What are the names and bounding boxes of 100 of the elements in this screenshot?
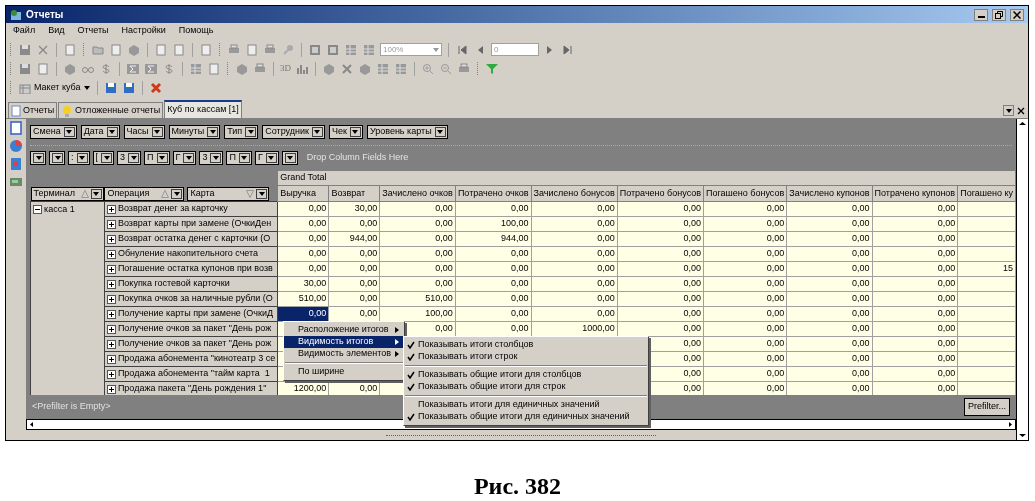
expand-icon[interactable] [106,339,116,349]
vertical-scrollbar[interactable] [1016,119,1028,440]
document-icon[interactable] [109,42,123,57]
drop-zone-hint: Drop Column Fields Here [306,151,409,165]
key-icon[interactable] [281,42,295,57]
column-field[interactable] [49,151,65,165]
grid-icon[interactable] [189,61,203,76]
menu-item[interactable]: Видимость элементов [284,348,404,360]
expand-icon[interactable] [106,204,116,214]
filter-field[interactable]: Сотрудник [262,125,325,139]
expand-icon[interactable] [106,369,116,379]
dropdown-arrow-icon [66,130,73,134]
row-field[interactable]: Карта [187,187,270,201]
tab[interactable]: Отложенные отчеты [58,102,164,118]
expand-icon[interactable] [106,234,116,244]
document-icon[interactable] [154,42,168,57]
collapse-icon[interactable] [33,205,42,215]
column-field[interactable]: П [226,151,252,165]
expand-icon[interactable] [106,279,116,289]
menu-item[interactable]: По ширине [284,366,404,378]
filter-field[interactable]: Смена [30,125,77,139]
grid-icon[interactable] [344,42,358,57]
tab[interactable]: Отчеты [8,102,58,118]
dropdown-arrow-icon [247,130,254,134]
pie-chart-icon[interactable] [9,139,23,153]
close-tab-button[interactable] [1015,105,1026,116]
delete-icon[interactable] [148,80,163,95]
expand-icon[interactable] [106,294,116,304]
column-field[interactable]: : [68,151,90,165]
filter-field[interactable]: Часы [123,125,165,139]
document-icon[interactable] [207,61,221,76]
column-field[interactable]: Г [172,151,197,165]
document-icon[interactable] [172,42,186,57]
zoom-out-icon[interactable] [439,61,453,76]
first-page-icon[interactable] [455,42,469,57]
expand-icon[interactable] [106,219,116,229]
row-field[interactable]: Операция [104,187,185,201]
expand-icon[interactable] [106,354,116,364]
save-icon[interactable] [121,80,136,95]
cube-icon[interactable] [322,61,336,76]
column-field[interactable] [281,151,298,165]
expand-icon[interactable] [106,384,116,394]
tab[interactable]: Куб по кассам [1] [164,100,242,118]
save-icon[interactable] [103,80,118,95]
filter-field[interactable]: Тип [224,125,259,139]
cube-icon[interactable] [127,42,141,57]
tab-list-button[interactable] [1003,105,1014,116]
column-field[interactable]: Г [254,151,279,165]
expand-icon[interactable] [106,249,116,259]
save-icon[interactable] [18,61,32,76]
filter-icon[interactable] [485,61,499,76]
grid-icon[interactable] [376,61,390,76]
cube-icon[interactable] [235,61,249,76]
menu-item[interactable]: Видимость итогов [284,336,404,348]
sigma-icon[interactable] [126,61,140,76]
sigma-icon[interactable] [144,61,158,76]
expand-icon[interactable] [106,309,116,319]
prefilter-button[interactable]: Prefilter... [964,398,1010,416]
filter-field[interactable]: Уровень карты [366,125,448,139]
grid-icon[interactable] [394,61,408,76]
cube-icon[interactable] [63,61,77,76]
zoom-in-icon[interactable] [421,61,435,76]
cube-icon[interactable] [358,61,372,76]
filter-field[interactable]: Чек [328,125,363,139]
document-icon[interactable] [245,42,259,57]
page-view-icon[interactable] [326,42,340,57]
window-close-button[interactable] [1010,8,1024,21]
filter-field[interactable]: Минуты [168,125,221,139]
monitor-icon[interactable] [9,175,23,189]
document-icon[interactable] [9,121,23,135]
menu-item[interactable]: Показывать общие итоги для единичных значений [404,411,648,423]
column-field[interactable]: П [144,151,170,165]
dollar-icon[interactable] [162,61,176,76]
expand-icon[interactable] [106,264,116,274]
row-field[interactable]: Терминал [30,187,104,201]
menu-item[interactable]: Помощь [177,23,215,38]
document-icon[interactable] [63,42,77,57]
grid-icon[interactable] [362,42,376,57]
report-icon[interactable] [9,157,23,171]
expand-icon[interactable] [106,324,116,334]
column-field[interactable]: [ [92,151,115,165]
menu-item[interactable]: Файл [12,23,37,38]
dollar-icon[interactable] [99,61,113,76]
menu-item[interactable]: Показывать итоги для единичных значений [404,399,648,411]
document-icon[interactable] [199,42,213,57]
column-field[interactable] [30,151,46,165]
filter-field[interactable]: Дата [80,125,120,139]
column-field[interactable]: 3 [117,151,142,165]
last-page-icon[interactable] [561,42,575,57]
menu-item[interactable]: Вид [47,23,66,38]
column-field[interactable]: 3 [199,151,224,165]
cube-layout-button[interactable]: Макет куба [18,80,91,95]
save-icon[interactable] [18,42,32,57]
window-minimize-button[interactable] [974,8,988,21]
window-restore-button[interactable] [992,8,1006,21]
document-icon[interactable] [36,61,50,76]
dropdown-arrow-icon [287,156,294,160]
menu-item[interactable]: Отчеты [76,23,110,38]
page-view-icon[interactable] [308,42,322,57]
menu-item[interactable]: Настройки [120,23,167,38]
